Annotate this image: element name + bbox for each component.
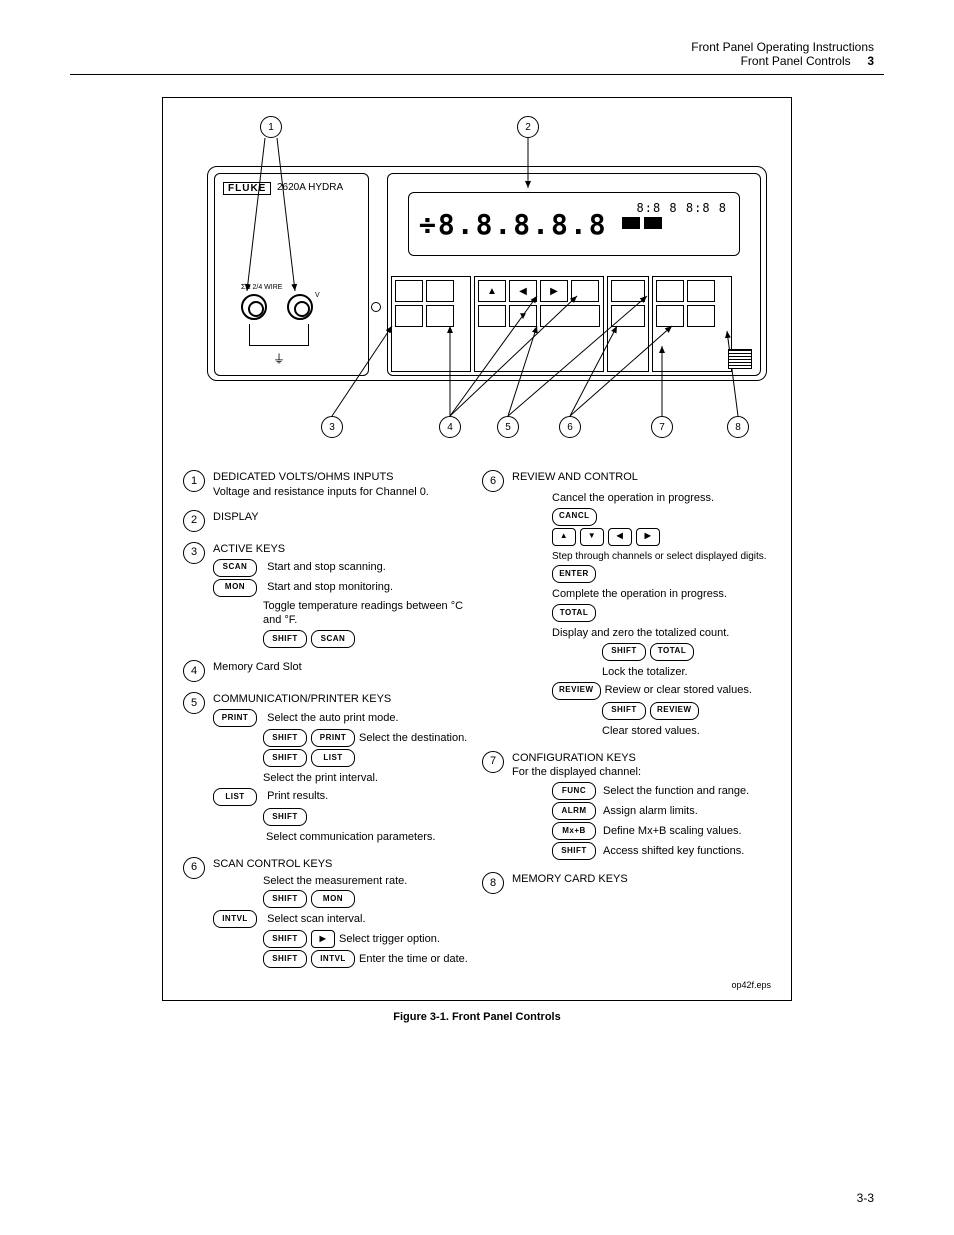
header-right-1: Front Panel Operating Instructions bbox=[691, 40, 874, 54]
legend: 1 DEDICATED VOLTS/OHMS INPUTS Voltage an… bbox=[163, 470, 791, 980]
entry-6-right: 6 REVIEW AND CONTROL Cancel the operatio… bbox=[482, 470, 771, 741]
entry-6-title: SCAN CONTROL KEYS bbox=[213, 857, 472, 872]
legend-col-left: 1 DEDICATED VOLTS/OHMS INPUTS Voltage an… bbox=[183, 470, 472, 980]
header-right: Front Panel Operating Instructions Front… bbox=[691, 40, 874, 68]
key-groups: ▲◀▶ ▼ bbox=[391, 276, 759, 372]
entry-8: 8 MEMORY CARD KEYS bbox=[482, 872, 771, 894]
sigma-label: ΣΩ 2/4 WIRE bbox=[241, 284, 282, 291]
entry-3: 3 ACTIVE KEYS SCAN Start and stop scanni… bbox=[183, 542, 472, 651]
device-model: 2620A HYDRA bbox=[277, 182, 343, 193]
header-right-2: Front Panel Controls bbox=[741, 54, 851, 68]
figure-frame: FLUKE 2620A HYDRA ΣΩ 2/4 WIRE V ÷8.8.8.8… bbox=[162, 97, 792, 1001]
entry-7: 7 CONFIGURATION KEYS For the displayed c… bbox=[482, 751, 771, 863]
callout-bubble-5: 5 bbox=[497, 416, 519, 438]
lcd-aux bbox=[620, 217, 664, 232]
callout-bubble-8: 8 bbox=[727, 416, 749, 438]
page-number: 3-3 bbox=[857, 1191, 874, 1205]
key-group-3 bbox=[607, 276, 649, 372]
key-group-2: ▲◀▶ ▼ bbox=[474, 276, 604, 372]
input-jack-left bbox=[241, 294, 267, 320]
callout-bubble-2: 2 bbox=[517, 116, 539, 138]
entry-2: 2 DISPLAY bbox=[183, 510, 472, 532]
figure-caption: Figure 3-1. Front Panel Controls bbox=[70, 1011, 884, 1023]
entry-6-left: 6 SCAN CONTROL KEYS Select the measureme… bbox=[183, 857, 472, 971]
chapter-number: 3 bbox=[867, 54, 874, 68]
callout-bubble-1: 1 bbox=[260, 116, 282, 138]
entry-1-title: DEDICATED VOLTS/OHMS INPUTS bbox=[213, 470, 472, 485]
legend-col-right: 6 REVIEW AND CONTROL Cancel the operatio… bbox=[482, 470, 771, 980]
lcd-right: 8:8 8 8:8 8 bbox=[637, 201, 727, 215]
entry-5-title: COMMUNICATION/PRINTER KEYS bbox=[213, 692, 472, 707]
jack-bracket bbox=[249, 324, 309, 346]
entry-4: 4 Memory Card Slot bbox=[183, 660, 472, 682]
callout-bubble-7: 7 bbox=[651, 416, 673, 438]
entry-8-title: MEMORY CARD KEYS bbox=[512, 872, 771, 887]
device-right-panel: ÷8.8.8.8.8 8:8 8 8:8 8 bbox=[387, 173, 761, 376]
device-brand: FLUKE bbox=[223, 182, 271, 195]
power-led bbox=[371, 302, 381, 312]
lcd-display: ÷8.8.8.8.8 8:8 8 8:8 8 bbox=[408, 192, 740, 256]
device-left-panel: FLUKE 2620A HYDRA ΣΩ 2/4 WIRE V bbox=[214, 173, 369, 376]
entry-3-title: ACTIVE KEYS bbox=[213, 542, 472, 557]
lcd-main: ÷8.8.8.8.8 bbox=[419, 208, 608, 241]
page-header: Front Panel Operating Instructions Front… bbox=[70, 40, 884, 74]
entry-1: 1 DEDICATED VOLTS/OHMS INPUTS Voltage an… bbox=[183, 470, 472, 500]
ground-icon bbox=[273, 350, 285, 362]
callout-bubble-4: 4 bbox=[439, 416, 461, 438]
entry-2-title: DISPLAY bbox=[213, 510, 472, 525]
device-body: FLUKE 2620A HYDRA ΣΩ 2/4 WIRE V ÷8.8.8.8… bbox=[207, 166, 767, 381]
device-diagram: FLUKE 2620A HYDRA ΣΩ 2/4 WIRE V ÷8.8.8.8… bbox=[187, 116, 767, 326]
v-label: V bbox=[315, 292, 320, 299]
key-group-4 bbox=[652, 276, 732, 372]
callout-bubble-6: 6 bbox=[559, 416, 581, 438]
header-rule bbox=[70, 74, 884, 75]
entry-1-sub: Voltage and resistance inputs for Channe… bbox=[213, 485, 472, 500]
entry-7-title: CONFIGURATION KEYS bbox=[512, 751, 771, 766]
input-jack-right bbox=[287, 294, 313, 320]
entry-6r-title: REVIEW AND CONTROL bbox=[512, 470, 771, 485]
memory-card-slot-icon bbox=[728, 349, 752, 369]
figure-code: op42f.eps bbox=[163, 980, 791, 990]
entry-7-pre: For the displayed channel: bbox=[512, 765, 771, 780]
callout-bubble-3: 3 bbox=[321, 416, 343, 438]
key-group-1 bbox=[391, 276, 471, 372]
entry-5: 5 COMMUNICATION/PRINTER KEYS PRINT Selec… bbox=[183, 692, 472, 847]
entry-4-title: Memory Card Slot bbox=[213, 660, 472, 675]
